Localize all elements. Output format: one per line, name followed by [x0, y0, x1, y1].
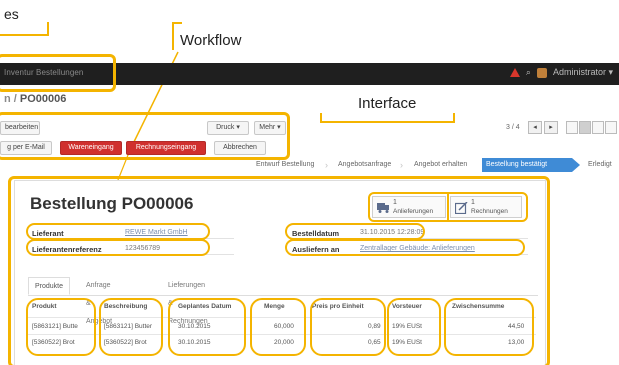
- step-quote-received[interactable]: Angebot erhalten: [410, 158, 471, 172]
- avatar: [536, 67, 547, 78]
- step-active-arrow: [572, 158, 580, 172]
- alert-icon[interactable]: [509, 68, 520, 77]
- highlight-supplier: [26, 223, 210, 240]
- step-draft[interactable]: Entwurf Bestellung: [252, 158, 318, 172]
- prev-record-button[interactable]: ◂: [528, 121, 542, 134]
- highlight-order-date: [285, 223, 425, 240]
- breadcrumb-parent[interactable]: n /: [4, 93, 20, 105]
- status-stepper: Entwurf Bestellung › Angebotsanfrage › A…: [0, 158, 619, 172]
- highlight-col-product: [26, 298, 96, 356]
- tabs-divider: [28, 295, 538, 296]
- highlight-workflow: [0, 112, 290, 160]
- tab-rfq[interactable]: Anfrage & Angebot: [80, 277, 118, 325]
- next-record-button[interactable]: ▸: [544, 121, 558, 134]
- highlight-col-planned-date: [168, 298, 246, 356]
- step-separator: ›: [400, 160, 403, 170]
- search-icon[interactable]: ⌕: [526, 67, 531, 78]
- breadcrumb-current: PO00006: [19, 93, 67, 105]
- kanban-view-icon[interactable]: [592, 121, 604, 134]
- highlight-deliver-to: [285, 239, 525, 256]
- calendar-view-icon[interactable]: [605, 121, 617, 134]
- list-view-icon[interactable]: [566, 121, 578, 134]
- tab-products[interactable]: Produkte: [28, 277, 71, 295]
- highlight-col-description: [99, 298, 163, 356]
- user-menu[interactable]: Administrator ▾: [553, 67, 613, 78]
- form-view-icon[interactable]: [579, 121, 591, 134]
- highlight-menu: [0, 54, 116, 92]
- step-done[interactable]: Erledigt: [584, 158, 616, 172]
- highlight-col-subtotal: [444, 298, 534, 356]
- breadcrumb: n / PO00006: [4, 93, 66, 105]
- callout-line: [447, 192, 449, 222]
- step-separator: ›: [325, 160, 328, 170]
- step-rfq[interactable]: Angebotsanfrage: [334, 158, 395, 172]
- highlight-supplier-ref: [26, 239, 210, 256]
- page-title: Bestellung PO00006: [30, 194, 194, 213]
- tab-deliveries-invoices[interactable]: Lieferungen & Rechnungen: [162, 277, 214, 325]
- highlight-col-quantity: [250, 298, 306, 356]
- highlight-col-tax: [387, 298, 441, 356]
- highlight-col-unit-price: [310, 298, 386, 356]
- pager-counter: 3 / 4: [506, 124, 520, 131]
- step-confirmed[interactable]: Bestellung bestätigt: [482, 158, 572, 172]
